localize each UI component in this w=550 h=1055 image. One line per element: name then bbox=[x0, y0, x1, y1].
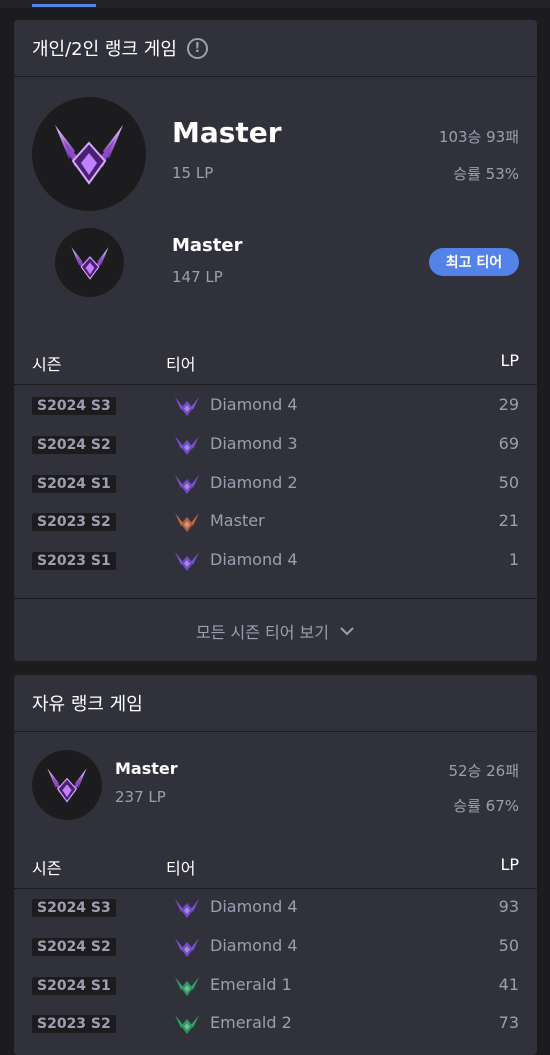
tier-name: Diamond 3 bbox=[210, 433, 298, 453]
peak-tier-emblem bbox=[55, 228, 124, 297]
season-tag: S2023 S2 bbox=[32, 1015, 116, 1034]
season-column-header: 시즌 bbox=[32, 859, 62, 878]
diamond-tier-icon bbox=[174, 897, 200, 919]
tier-name: Diamond 4 bbox=[210, 395, 298, 414]
season-tag: S2024 S1 bbox=[32, 976, 116, 995]
peak-tier-badge: 최고 티어 bbox=[429, 248, 519, 276]
tier-column-header: 티어 bbox=[166, 859, 196, 878]
diamond-tier-icon bbox=[174, 473, 200, 495]
show-all-seasons-button[interactable]: 모든 시즌 티어 보기 bbox=[14, 598, 537, 661]
season-row: S2024 S3 Diamond 4 29 bbox=[14, 387, 537, 425]
season-tag: S2024 S2 bbox=[32, 937, 116, 956]
season-row: S2024 S1 Diamond 2 50 bbox=[14, 465, 537, 503]
season-row: S2024 S2 Diamond 3 69 bbox=[14, 426, 537, 464]
flex-tier-emblem bbox=[32, 750, 102, 820]
season-row: S2023 S2 Emerald 2 73 bbox=[14, 1005, 537, 1043]
master-tier-icon bbox=[174, 511, 200, 533]
season-table-header: 시즌 티어 LP bbox=[14, 340, 537, 385]
diamond-tier-icon bbox=[174, 550, 200, 572]
season-tag: S2024 S3 bbox=[32, 397, 116, 415]
flex-ranked-header: 자유 랭크 게임 bbox=[14, 675, 537, 732]
season-row: S2023 S1 Diamond 4 1 bbox=[14, 542, 537, 580]
peak-tier-name: Master bbox=[172, 235, 243, 256]
season-lp: 29 bbox=[498, 395, 519, 414]
season-lp: 21 bbox=[498, 511, 519, 531]
lp-column-header: LP bbox=[500, 351, 519, 370]
tier-column-header: 티어 bbox=[166, 355, 196, 374]
flex-win-rate: 승률 67% bbox=[453, 797, 519, 815]
show-all-seasons-label: 모든 시즌 티어 보기 bbox=[195, 622, 330, 642]
flex-tier-name: Master bbox=[115, 759, 178, 778]
season-lp: 50 bbox=[498, 472, 519, 492]
season-tag: S2023 S2 bbox=[32, 513, 116, 532]
season-tag: S2024 S2 bbox=[32, 435, 116, 454]
flex-season-table-header: 시즌 티어 LP bbox=[14, 844, 537, 889]
flex-ranked-title: 자유 랭크 게임 bbox=[32, 694, 143, 715]
diamond-tier-icon bbox=[174, 434, 200, 456]
season-tag: S2024 S1 bbox=[32, 474, 116, 493]
tier-name: Diamond 4 bbox=[210, 897, 298, 916]
solo-ranked-title: 개인/2인 랭크 게임 bbox=[32, 39, 177, 60]
flex-lp: 237 LP bbox=[115, 788, 166, 806]
tier-name: Emerald 1 bbox=[210, 974, 292, 994]
master-emblem-icon bbox=[55, 125, 123, 185]
win-loss-record: 103승 93패 bbox=[438, 128, 519, 146]
season-tag: S2024 S3 bbox=[32, 899, 116, 917]
tier-name: Emerald 2 bbox=[210, 1013, 292, 1033]
season-tag: S2023 S1 bbox=[32, 552, 116, 570]
tier-name: Diamond 2 bbox=[210, 472, 298, 492]
season-row: S2024 S3 Diamond 4 93 bbox=[14, 889, 537, 927]
current-tier-name: Master bbox=[172, 116, 282, 149]
season-row: S2024 S2 Diamond 4 50 bbox=[14, 928, 537, 966]
season-lp: 1 bbox=[508, 550, 519, 569]
peak-lp: 147 LP bbox=[172, 268, 223, 286]
info-icon[interactable]: ! bbox=[186, 37, 208, 59]
season-row: S2024 S1 Emerald 1 41 bbox=[14, 967, 537, 1005]
season-lp: 50 bbox=[498, 935, 519, 955]
master-emblem-icon bbox=[70, 246, 109, 280]
flex-win-loss-record: 52승 26패 bbox=[448, 762, 519, 780]
win-rate: 승률 53% bbox=[453, 165, 519, 183]
active-tab-indicator bbox=[32, 4, 96, 7]
season-lp: 41 bbox=[498, 974, 519, 994]
tier-name: Diamond 4 bbox=[210, 935, 298, 955]
flex-ranked-card: 자유 랭크 게임 Master 237 LP 52승 26패 승률 67% 시즌… bbox=[14, 675, 537, 1055]
solo-ranked-header: 개인/2인 랭크 게임 ! bbox=[14, 20, 537, 77]
season-row: S2023 S2 Master 21 bbox=[14, 503, 537, 541]
season-lp: 73 bbox=[498, 1013, 519, 1033]
emerald-tier-icon bbox=[174, 975, 200, 997]
current-lp: 15 LP bbox=[172, 164, 214, 182]
tier-name: Diamond 4 bbox=[210, 550, 298, 569]
tier-name: Master bbox=[210, 511, 265, 531]
diamond-tier-icon bbox=[174, 395, 200, 417]
season-lp: 93 bbox=[498, 897, 519, 916]
current-tier-emblem bbox=[32, 97, 146, 211]
season-column-header: 시즌 bbox=[32, 355, 62, 374]
season-lp: 69 bbox=[498, 433, 519, 453]
master-emblem-icon bbox=[47, 768, 87, 803]
lp-column-header: LP bbox=[500, 855, 519, 874]
solo-ranked-card: 개인/2인 랭크 게임 ! Master 15 LP 103승 93패 승률 5… bbox=[14, 20, 537, 661]
diamond-tier-icon bbox=[174, 936, 200, 958]
chevron-down-icon bbox=[340, 626, 354, 635]
emerald-tier-icon bbox=[174, 1013, 200, 1035]
